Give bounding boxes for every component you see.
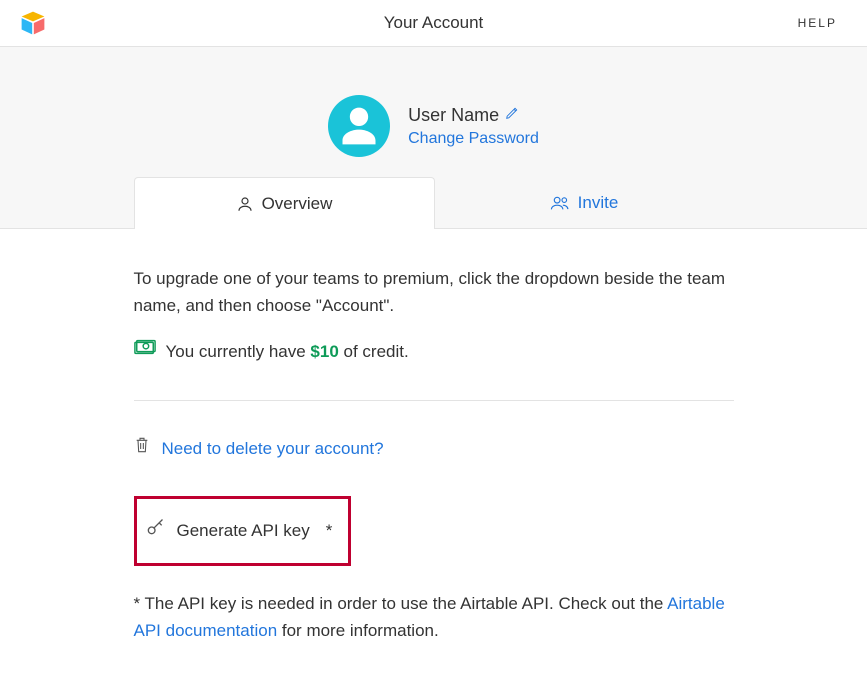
content-panel: To upgrade one of your teams to premium,… xyxy=(0,229,867,684)
profile-info: User Name Change Password xyxy=(408,105,539,148)
people-icon xyxy=(550,194,570,212)
key-icon xyxy=(145,517,165,545)
username-label: User Name xyxy=(408,105,499,126)
delete-account-link[interactable]: Need to delete your account? xyxy=(162,435,384,462)
money-icon xyxy=(134,337,156,365)
edit-username-icon[interactable] xyxy=(505,106,519,125)
asterisk: * xyxy=(326,517,333,544)
page-title: Your Account xyxy=(384,13,484,33)
top-header: Your Account HELP xyxy=(0,0,867,47)
app-logo[interactable] xyxy=(20,10,46,36)
tab-overview[interactable]: Overview xyxy=(134,177,435,229)
upgrade-instructions: To upgrade one of your teams to premium,… xyxy=(134,265,734,319)
api-footnote: * The API key is needed in order to use … xyxy=(134,590,734,644)
help-link[interactable]: HELP xyxy=(798,16,837,30)
person-outline-icon xyxy=(236,195,254,213)
credit-text: You currently have $10 of credit. xyxy=(166,338,409,365)
generate-api-key-link[interactable]: Generate API key xyxy=(177,517,310,544)
tab-invite[interactable]: Invite xyxy=(435,177,734,229)
profile-section: User Name Change Password xyxy=(0,47,867,177)
generate-api-key-highlight: Generate API key * xyxy=(134,496,352,566)
credit-row: You currently have $10 of credit. xyxy=(134,337,734,365)
tabs-row: Overview Invite xyxy=(0,177,867,229)
tab-invite-label: Invite xyxy=(578,193,619,213)
delete-account-row: Need to delete your account? xyxy=(134,435,734,462)
divider xyxy=(134,400,734,401)
avatar xyxy=(328,95,390,157)
trash-icon xyxy=(134,435,150,462)
person-icon xyxy=(337,104,381,148)
change-password-link[interactable]: Change Password xyxy=(408,130,539,148)
credit-amount: $10 xyxy=(310,342,338,361)
tab-overview-label: Overview xyxy=(262,194,333,214)
